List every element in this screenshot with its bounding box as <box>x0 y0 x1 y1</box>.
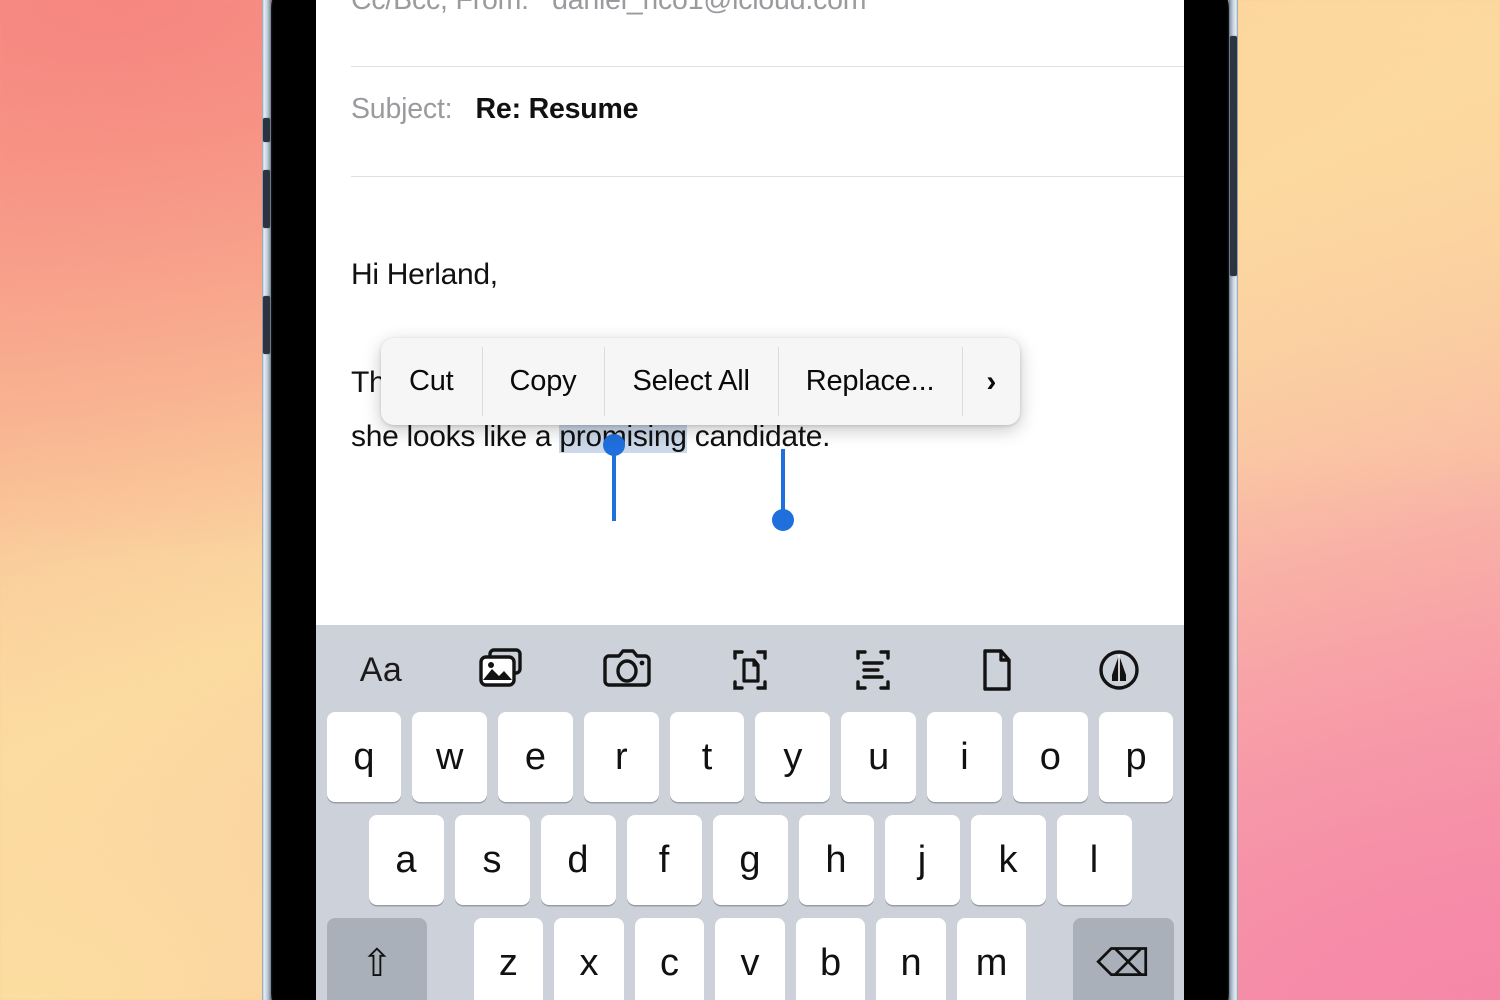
volume-down-button[interactable] <box>263 296 270 354</box>
key-s[interactable]: s <box>454 815 530 905</box>
key-p[interactable]: p <box>1098 712 1174 802</box>
key-u[interactable]: u <box>841 712 917 802</box>
selection-start-handle-bar[interactable] <box>612 449 616 521</box>
key-z[interactable]: z <box>473 918 544 1000</box>
key-b[interactable]: b <box>795 918 866 1000</box>
phone-left-rail <box>262 0 271 1000</box>
key-n[interactable]: n <box>876 918 946 1000</box>
context-menu-cut[interactable]: Cut <box>381 338 482 425</box>
cc-bcc-from-label: Cc/Bcc, From: <box>351 0 529 16</box>
row3-right-spacer <box>1037 918 1061 1000</box>
photo-library-icon[interactable] <box>473 642 535 698</box>
key-f[interactable]: f <box>626 815 702 905</box>
cc-bcc-from-row[interactable]: Cc/Bcc, From: daniel_rico1@icloud.com <box>351 0 867 17</box>
key-j[interactable]: j <box>884 815 960 905</box>
key-v[interactable]: v <box>715 918 785 1000</box>
silent-switch[interactable] <box>263 118 270 142</box>
row3-left-spacer <box>438 918 462 1000</box>
key-h[interactable]: h <box>798 815 874 905</box>
key-l[interactable]: l <box>1056 815 1132 905</box>
key-t[interactable]: t <box>669 712 745 802</box>
key-m[interactable]: m <box>956 918 1027 1000</box>
keyboard-row-2: a s d f g h j k l <box>316 815 1184 905</box>
subject-label: Subject: <box>351 93 453 125</box>
power-button[interactable] <box>1230 36 1237 276</box>
shift-key[interactable]: ⇧ <box>326 918 428 1000</box>
body-greeting: Hi Herland, <box>351 258 498 291</box>
phone-screen: Cc/Bcc, From: daniel_rico1@icloud.com Su… <box>316 0 1184 1000</box>
key-i[interactable]: i <box>927 712 1002 802</box>
delete-key[interactable]: ⌫ <box>1072 918 1174 1000</box>
selection-start-handle-knob[interactable] <box>603 434 625 456</box>
markup-pen-icon[interactable] <box>1088 642 1150 698</box>
divider-cc <box>351 66 1184 67</box>
phone-frame: Cc/Bcc, From: daniel_rico1@icloud.com Su… <box>262 0 1238 1000</box>
software-keyboard: Aa q w e r t y u i o p a s d f g h j k l… <box>316 625 1184 1000</box>
keyboard-row-1: q w e r t y u i o p <box>316 712 1184 802</box>
keyboard-toolbar: Aa <box>316 625 1184 715</box>
context-menu-replace[interactable]: Replace... <box>777 338 963 425</box>
key-x[interactable]: x <box>554 918 624 1000</box>
scan-text-icon[interactable] <box>842 642 904 698</box>
divider-subject <box>351 176 1184 177</box>
keyboard-row-3: ⇧ z x c v b n m ⌫ <box>316 918 1184 1000</box>
context-menu-more-chevron-icon[interactable]: › <box>962 338 1020 425</box>
key-k[interactable]: k <box>970 815 1046 905</box>
key-r[interactable]: r <box>583 712 659 802</box>
key-c[interactable]: c <box>634 918 705 1000</box>
key-q[interactable]: q <box>326 712 402 802</box>
key-d[interactable]: d <box>540 815 616 905</box>
key-w[interactable]: w <box>412 712 488 802</box>
key-g[interactable]: g <box>712 815 788 905</box>
camera-icon[interactable] <box>596 642 658 698</box>
text-context-menu: Cut Copy Select All Replace... › <box>381 338 1021 425</box>
from-address-value: daniel_rico1@icloud.com <box>552 0 867 16</box>
key-a[interactable]: a <box>368 815 444 905</box>
selection-end-handle-knob[interactable] <box>772 509 794 531</box>
key-e[interactable]: e <box>498 712 573 802</box>
subject-value: Re: Resume <box>475 93 639 125</box>
key-y[interactable]: y <box>755 712 831 802</box>
context-menu-select-all[interactable]: Select All <box>604 338 777 425</box>
text-format-icon[interactable]: Aa <box>350 642 412 698</box>
mail-compose-area: Cc/Bcc, From: daniel_rico1@icloud.com Su… <box>316 0 1184 625</box>
attach-document-icon[interactable] <box>965 642 1027 698</box>
key-o[interactable]: o <box>1012 712 1088 802</box>
volume-up-button[interactable] <box>263 170 270 228</box>
subject-row[interactable]: Subject: Re: Resume <box>351 93 638 126</box>
scan-document-icon[interactable] <box>719 642 781 698</box>
context-menu-copy[interactable]: Copy <box>481 338 605 425</box>
